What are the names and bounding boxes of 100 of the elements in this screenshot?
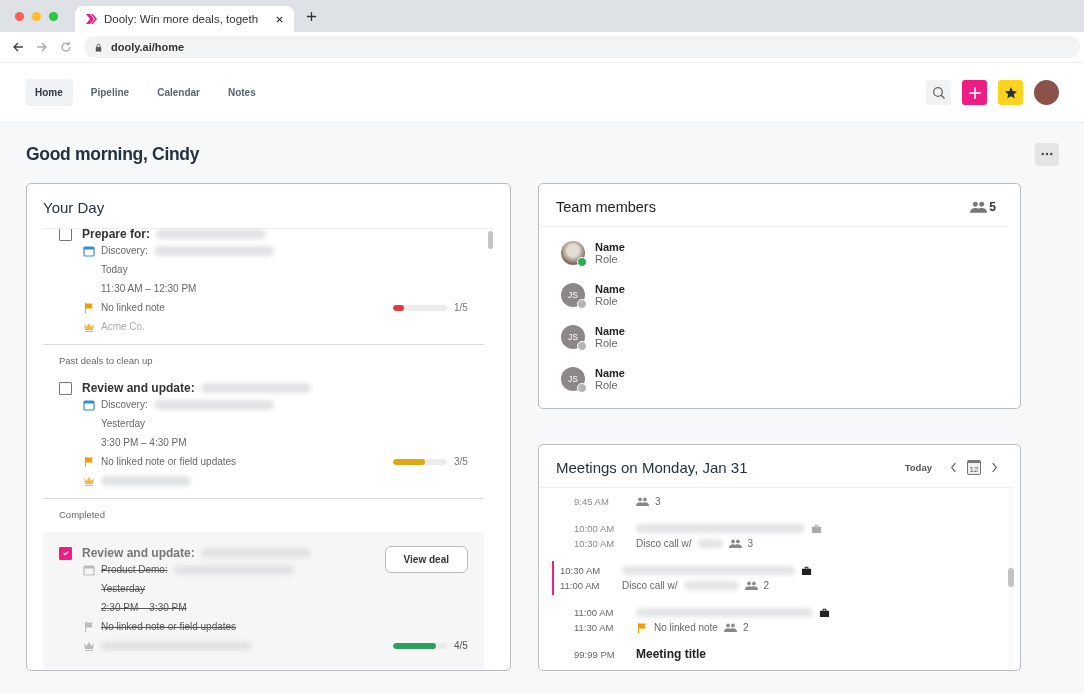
view-deal-button[interactable]: View deal: [384, 546, 468, 573]
meeting-time: 11:30 AM – 12:30 PM: [101, 283, 197, 294]
calendar-button[interactable]: 12: [967, 460, 981, 475]
card-title: Meetings on Monday, Jan 31: [556, 459, 749, 476]
address-bar[interactable]: dooly.ai/home: [84, 36, 1080, 58]
avatar: JS: [561, 283, 585, 307]
progress-count: 4/5: [454, 640, 468, 651]
progress-bar: [393, 458, 447, 465]
people-icon: [723, 622, 737, 633]
scrollbar-thumb[interactable]: [1008, 568, 1014, 587]
card-title: Your Day: [42, 198, 106, 218]
flag-icon: [83, 455, 95, 468]
people-icon: [636, 496, 649, 507]
nav-tab[interactable]: Calendar: [147, 79, 210, 106]
greeting: Good morning, Cindy: [26, 143, 200, 165]
meeting-day: Yesterday: [101, 583, 146, 594]
today-button[interactable]: Today: [904, 462, 932, 473]
note-status: No linked note or field updates: [101, 456, 237, 467]
meeting-time: 3:30 PM – 4:30 PM: [101, 437, 187, 448]
task-title: Review and update:: [82, 546, 195, 560]
start-time: 10:00 AM: [574, 522, 616, 536]
add-button[interactable]: [962, 80, 987, 105]
browser-tab[interactable]: Dooly: Win more deals, togeth: [75, 6, 295, 32]
people-icon: [744, 580, 758, 591]
back-icon: [12, 41, 24, 53]
favorites-button[interactable]: [998, 80, 1023, 105]
meeting-day: Yesterday: [101, 418, 146, 429]
nav-tab[interactable]: Notes: [217, 79, 266, 106]
member-role: Role: [595, 337, 619, 349]
member-role: Role: [595, 379, 619, 391]
end-time: 11:00 AM: [560, 579, 601, 593]
more-icon: [1041, 152, 1053, 156]
plus-icon: [967, 85, 982, 100]
member-name: Name: [595, 283, 625, 295]
window-control-icon: [48, 10, 59, 22]
close-icon: [275, 14, 285, 24]
meeting-label: Discovery:: [101, 245, 148, 256]
progress-bar: [393, 642, 447, 649]
note-status: No linked note or field updates: [101, 621, 237, 632]
checkbox[interactable]: [59, 381, 72, 395]
check-icon: [61, 549, 70, 557]
new-tab-icon: [306, 10, 318, 22]
attendee-count: 2: [763, 579, 770, 593]
flag-icon: [83, 301, 95, 314]
member-role: Role: [595, 295, 619, 307]
people-icon: [728, 538, 742, 549]
redacted-text: [697, 539, 723, 548]
nav-tab[interactable]: Home: [25, 79, 73, 106]
search-button[interactable]: [926, 80, 951, 105]
card-title: Team members: [556, 199, 657, 215]
section-heading: Completed: [58, 508, 106, 522]
checkbox[interactable]: [59, 229, 72, 241]
current-meeting-row[interactable]: 10:30 AM 11:00 AM Disco call w/ 2: [552, 561, 1008, 595]
section-heading: Past deals to clean up: [58, 354, 154, 368]
star-icon: [1003, 85, 1018, 100]
meeting-time: 2:30 PM – 3:30 PM: [101, 602, 187, 613]
task-title: Review and update:: [82, 381, 195, 395]
end-time: 11:30 AM: [574, 621, 615, 635]
people-icon: [970, 200, 988, 214]
briefcase-icon: [811, 523, 822, 534]
calendar-icon: [83, 244, 95, 257]
member-name: Name: [595, 241, 625, 253]
meeting-subtitle: Disco call w/: [622, 579, 678, 593]
start-time: 99:99 PM: [574, 648, 616, 662]
calendar-icon: [83, 398, 95, 411]
progress-bar: [393, 304, 447, 311]
company-name: Acme Co.: [101, 321, 145, 332]
avatar[interactable]: [1034, 80, 1059, 105]
meeting-subtitle: Disco call w/: [636, 537, 692, 551]
window-control-icon: [31, 10, 42, 22]
chevron-right-icon: [991, 462, 998, 473]
search-icon: [931, 85, 946, 100]
redacted-text: [683, 581, 739, 590]
calendar-icon: [83, 563, 95, 576]
forward-icon: [36, 41, 48, 53]
more-button[interactable]: [1035, 142, 1059, 166]
meeting-label: Discovery:: [101, 399, 148, 410]
member-role: Role: [595, 253, 619, 265]
meeting-title[interactable]: Meeting title: [636, 647, 706, 662]
start-time: 11:00 AM: [574, 606, 615, 620]
briefcase-icon: [819, 607, 830, 618]
nav-tab[interactable]: Pipeline: [80, 79, 140, 106]
task-title: Prepare for:: [82, 229, 151, 241]
attendee-count: 3: [747, 537, 754, 551]
briefcase-icon: [801, 565, 812, 576]
flag-icon: [83, 620, 95, 633]
member-count: 5: [989, 200, 996, 214]
meeting-label: Product Demo:: [101, 564, 168, 575]
checkbox[interactable]: [59, 546, 72, 560]
flag-icon: [636, 621, 648, 634]
window-control-icon: [14, 10, 25, 22]
member-name: Name: [595, 325, 625, 337]
start-time: 10:30 AM: [560, 564, 602, 578]
scrollbar-thumb[interactable]: [488, 231, 493, 249]
member-name: Name: [595, 367, 625, 379]
attendee-count: 3: [655, 495, 661, 509]
logo-icon: [85, 13, 97, 25]
meeting-day: Today: [101, 264, 128, 275]
note-status: No linked note: [654, 621, 718, 635]
avatar: JS: [561, 367, 585, 391]
